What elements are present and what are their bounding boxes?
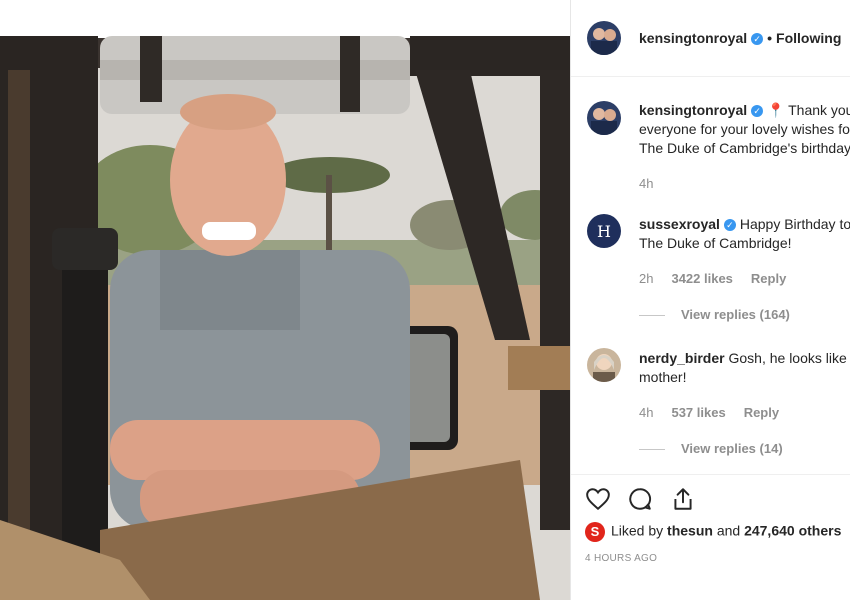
comment-avatar[interactable] xyxy=(587,348,621,382)
likes-line: S Liked by thesun and 247,640 others xyxy=(585,522,841,542)
following-button[interactable]: Following xyxy=(776,30,841,46)
heart-icon[interactable] xyxy=(585,486,611,512)
view-replies-button[interactable]: View replies (164) xyxy=(639,307,790,322)
thesun-logo-icon[interactable]: S xyxy=(585,522,605,542)
comment-username[interactable]: sussexroyal xyxy=(639,216,720,232)
svg-text:H: H xyxy=(597,222,611,241)
share-icon[interactable] xyxy=(670,486,696,512)
post-actions xyxy=(585,486,708,516)
comment-username[interactable]: nerdy_birder xyxy=(639,350,725,366)
comment: nerdy_birder Gosh, he looks like his mot… xyxy=(639,349,850,387)
comment-meta: 2h 3422 likes Reply xyxy=(639,271,804,286)
post-header: kensingtonroyal ✓ • Following xyxy=(571,0,850,77)
author-username[interactable]: kensingtonroyal xyxy=(639,30,747,46)
reply-button[interactable]: Reply xyxy=(744,405,779,420)
comment-time: 4h xyxy=(639,176,654,191)
view-replies-label: View replies (14) xyxy=(681,441,783,456)
comment: sussexroyal ✓ Happy Birthday to The Duke … xyxy=(639,215,850,253)
comment-avatar[interactable] xyxy=(587,101,621,135)
header-line: kensingtonroyal ✓ • Following xyxy=(639,30,841,46)
separator-dot: • xyxy=(767,30,773,46)
likes-prefix: Liked by xyxy=(611,522,664,539)
comment-avatar[interactable]: H xyxy=(587,214,621,248)
view-replies-label: View replies (164) xyxy=(681,307,790,322)
comment-likes[interactable]: 537 likes xyxy=(671,405,725,420)
replies-divider xyxy=(639,315,665,317)
reply-button[interactable]: Reply xyxy=(751,271,786,286)
comments-panel: kensingtonroyal ✓ • Following kensingtonroy… xyxy=(570,0,850,600)
comment-likes[interactable]: 3422 likes xyxy=(671,271,732,286)
actions-divider xyxy=(571,474,850,475)
likes-conjunction: and xyxy=(716,522,741,539)
view-replies-button[interactable]: View replies (14) xyxy=(639,441,783,456)
comment-meta: 4h xyxy=(639,176,671,191)
verified-badge-icon: ✓ xyxy=(751,33,764,46)
post-timestamp: 4 HOURS AGO xyxy=(585,553,658,564)
verified-badge-icon: ✓ xyxy=(751,105,764,118)
post-photo[interactable] xyxy=(0,0,570,600)
comment-time: 4h xyxy=(639,405,654,420)
comment-time: 2h xyxy=(639,271,654,286)
comment-username[interactable]: kensingtonroyal xyxy=(639,102,747,118)
comment-meta: 4h 537 likes Reply xyxy=(639,405,797,420)
caption-comment: kensingtonroyal ✓ 📍 Thank you everyone fo… xyxy=(639,101,850,158)
comment-icon[interactable] xyxy=(627,486,653,512)
liked-by-user[interactable]: thesun xyxy=(667,523,713,539)
author-avatar[interactable] xyxy=(587,21,621,55)
replies-divider xyxy=(639,449,665,451)
verified-badge-icon: ✓ xyxy=(723,219,736,232)
likes-count[interactable]: 247,640 others xyxy=(744,523,841,539)
